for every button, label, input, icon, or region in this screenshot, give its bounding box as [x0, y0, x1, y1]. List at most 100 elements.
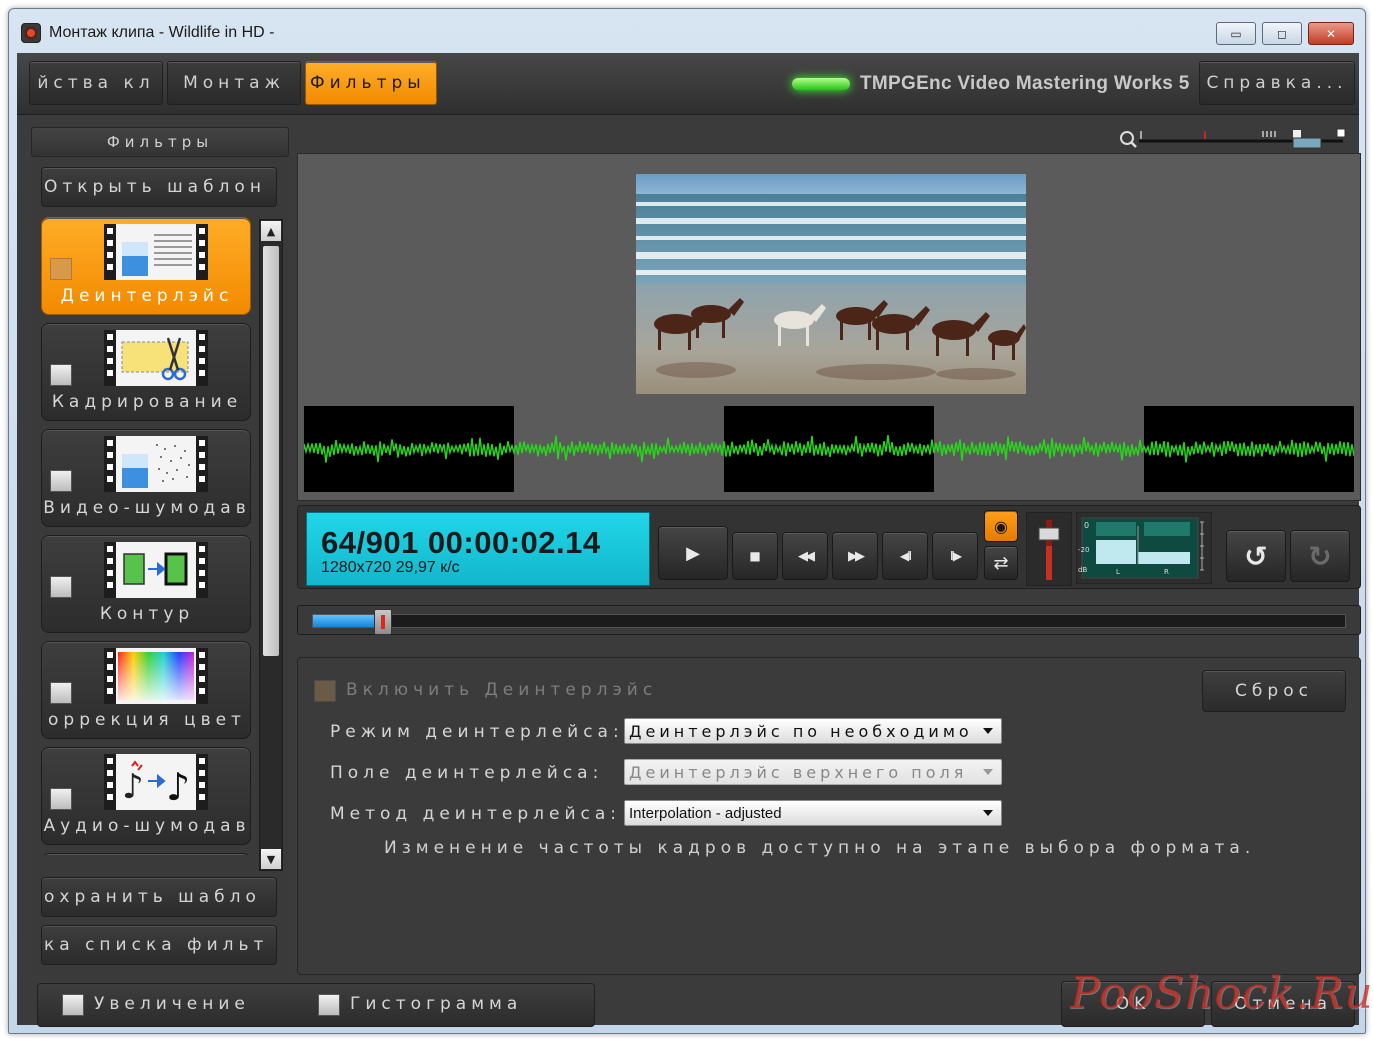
- histogram-label: Гистограмма: [350, 994, 523, 1014]
- video-format: 1280x720 29,97 к/с: [321, 559, 460, 576]
- video-frame-image: [636, 174, 1026, 394]
- play-icon: ▶: [686, 542, 700, 564]
- meter-label-mid: -20: [1078, 546, 1089, 554]
- title-bar: Монтаж клипа - Wildlife in HD - ▭ ◻ ✕: [9, 9, 1365, 53]
- tab-montage[interactable]: Монтаж: [167, 61, 301, 105]
- filter-list-button[interactable]: ка списка фильт: [41, 925, 277, 965]
- svg-text:♪: ♪: [122, 767, 144, 807]
- histogram-checkbox[interactable]: [318, 994, 340, 1016]
- status-led-icon: [792, 78, 850, 90]
- filter-checkbox[interactable]: [50, 682, 72, 704]
- close-button[interactable]: ✕: [1308, 22, 1354, 45]
- audio-noise-icon: ♪ ♪: [104, 754, 208, 810]
- audio-level-meter: 0 -20 dB L R: [1076, 512, 1212, 584]
- timecode-value: 64/901 00:00:02.14: [321, 525, 601, 560]
- method-select[interactable]: Interpolation - adjusted: [624, 800, 1002, 826]
- filter-checkbox[interactable]: [50, 258, 72, 280]
- save-template-button[interactable]: охранить шабло: [41, 877, 277, 917]
- filter-list: Деинтерлэйс Кадрирование Видео-шумодав К…: [41, 217, 255, 855]
- maximize-button[interactable]: ◻: [1262, 22, 1302, 45]
- audio-waveform: [304, 406, 1354, 492]
- color-correction-icon: [104, 648, 208, 704]
- zoom-checkbox[interactable]: [62, 994, 84, 1016]
- reset-button[interactable]: Сброс: [1202, 670, 1346, 712]
- filter-item-crop[interactable]: Кадрирование: [41, 323, 251, 421]
- filter-item-color-correction[interactable]: оррекция цвет: [41, 641, 251, 739]
- open-template-button[interactable]: Открыть шаблон: [41, 167, 277, 207]
- prev-frame-icon: ◀II: [899, 549, 912, 563]
- rewind-icon: ◀◀: [798, 548, 815, 564]
- undo-button[interactable]: ↺: [1226, 530, 1286, 582]
- filters-panel-title: Фильтры: [31, 127, 289, 157]
- enable-deinterlace-checkbox[interactable]: [314, 680, 336, 702]
- timeline-seek-bar[interactable]: [297, 605, 1361, 635]
- tab-clip-properties[interactable]: йства кл: [29, 61, 163, 105]
- audio-toggle-button[interactable]: ◉: [984, 510, 1018, 542]
- svg-text:♪: ♪: [166, 765, 190, 809]
- next-frame-icon: II▶: [949, 549, 962, 563]
- volume-slider[interactable]: [1026, 512, 1072, 586]
- method-select-value: Interpolation - adjusted: [629, 804, 782, 822]
- enable-deinterlace-label: Включить Деинтерлэйс: [346, 680, 658, 700]
- field-label: Поле деинтерлейса:: [330, 763, 604, 783]
- mode-select[interactable]: Деинтерлэйс по необходимости: [624, 718, 1002, 744]
- filters-panel: Фильтры Открыть шаблон Деинтерлэйс Кадри…: [31, 127, 289, 975]
- filter-label: Видео-шумодав: [43, 498, 251, 518]
- mode-label: Режим деинтерлейса:: [330, 722, 624, 742]
- tab-filters[interactable]: Фильтры: [305, 61, 437, 105]
- meter-label-top: 0: [1084, 521, 1089, 530]
- stop-icon: ■: [749, 549, 761, 563]
- app-window: Монтаж клипа - Wildlife in HD - ▭ ◻ ✕ йс…: [8, 8, 1366, 1034]
- minimize-button[interactable]: ▭: [1216, 22, 1256, 45]
- undo-icon: ↺: [1244, 539, 1268, 573]
- preview-zoom-slider[interactable]: [1117, 127, 1347, 151]
- scroll-up-icon[interactable]: ▲: [261, 221, 281, 241]
- seek-thumb[interactable]: [374, 609, 393, 635]
- filter-checkbox[interactable]: [50, 470, 72, 492]
- app-body: йства кл Монтаж Фильтры TMPGEnc Video Ma…: [17, 53, 1361, 1027]
- loop-icon: ⇄: [993, 552, 1009, 574]
- filter-item-deinterlace[interactable]: Деинтерлэйс: [41, 217, 251, 315]
- watermark-text: PooShock.Ru: [1070, 968, 1373, 1019]
- next-frame-button[interactable]: II▶: [932, 532, 978, 580]
- filter-checkbox[interactable]: [50, 788, 72, 810]
- help-button[interactable]: Справка...: [1199, 61, 1355, 105]
- stop-button[interactable]: ■: [732, 532, 778, 580]
- view-options: Увеличение Гистограмма: [37, 983, 595, 1027]
- fast-forward-button[interactable]: ▶▶: [832, 532, 878, 580]
- chevron-down-icon: [983, 810, 993, 816]
- seek-track[interactable]: [312, 609, 1346, 635]
- filter-item-audio-denoise[interactable]: ♪ ♪ Аудио-шумодав: [41, 747, 251, 845]
- scroll-down-icon[interactable]: ▼: [261, 849, 281, 869]
- deinterlace-settings: Включить Деинтерлэйс Сброс Режим деинтер…: [297, 657, 1361, 975]
- filter-label: Контур: [99, 604, 195, 624]
- mode-select-value: Деинтерлэйс по необходимости: [629, 721, 969, 741]
- chevron-down-icon: [983, 728, 993, 734]
- filter-item-contour[interactable]: Контур: [41, 535, 251, 633]
- filter-label: Кадрирование: [51, 392, 243, 412]
- contour-icon: [104, 542, 208, 598]
- filter-checkbox[interactable]: [50, 576, 72, 598]
- play-button[interactable]: ▶: [658, 526, 728, 580]
- brand-name: TMPGEnc Video Mastering Works 5: [860, 73, 1190, 94]
- filter-item-partial[interactable]: [41, 853, 251, 855]
- field-select-value: Деинтерлэйс верхнего поля: [629, 762, 968, 782]
- deinterlace-icon: [104, 224, 208, 280]
- filter-label: Деинтерлэйс: [60, 286, 234, 306]
- rewind-button[interactable]: ◀◀: [782, 532, 828, 580]
- filter-checkbox[interactable]: [50, 364, 72, 386]
- window-title: Монтаж клипа - Wildlife in HD -: [49, 24, 275, 41]
- timecode-display: 64/901 00:00:02.14 1280x720 29,97 к/с: [306, 512, 650, 586]
- zoom-label: Увеличение: [94, 994, 250, 1014]
- app-icon: [21, 23, 41, 43]
- field-select[interactable]: Деинтерлэйс верхнего поля: [624, 759, 1002, 785]
- crop-icon: [104, 330, 208, 386]
- filter-item-video-denoise[interactable]: Видео-шумодав: [41, 429, 251, 527]
- loop-button[interactable]: ⇄: [984, 546, 1018, 580]
- scrollbar-thumb[interactable]: [263, 246, 279, 656]
- prev-frame-button[interactable]: ◀II: [882, 532, 928, 580]
- meter-label-left: L: [1116, 568, 1120, 576]
- filter-list-scrollbar[interactable]: ▲ ▼: [259, 219, 283, 871]
- speaker-icon: ◉: [994, 516, 1008, 536]
- redo-button[interactable]: ↻: [1290, 530, 1350, 582]
